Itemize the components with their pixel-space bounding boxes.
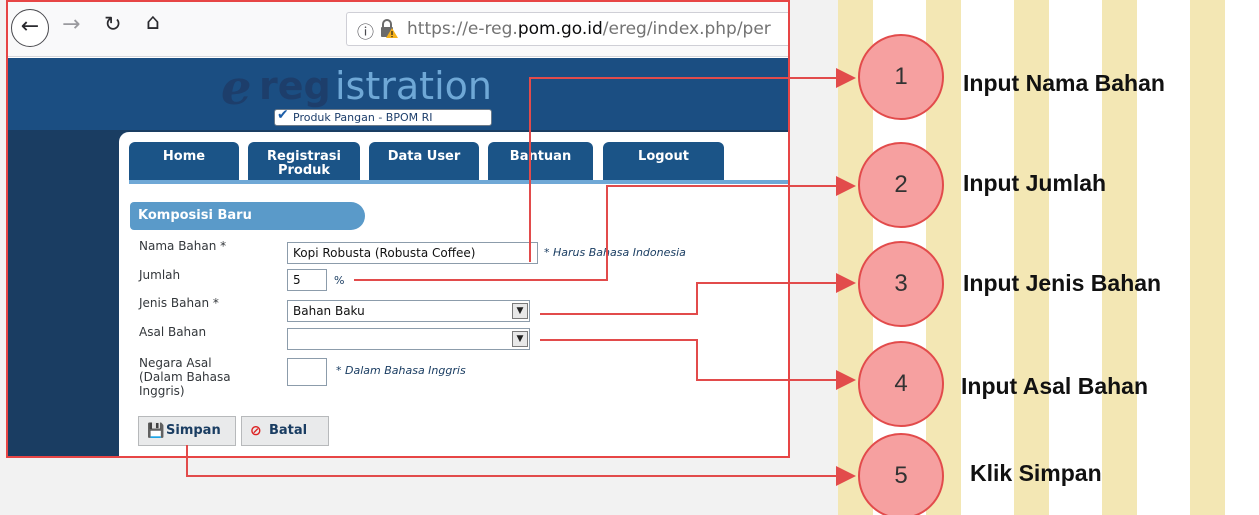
arrow-1 [529, 68, 856, 262]
callout-2: Input Jumlah [963, 170, 1107, 196]
callout-5: Klik Simpan [970, 460, 1102, 486]
step-bubble-3: 3 [858, 241, 944, 327]
callout-4: Input Asal Bahan [961, 373, 1148, 399]
arrow-2 [354, 176, 856, 281]
step-bubble-1: 1 [858, 34, 944, 120]
arrow-4 [540, 339, 856, 390]
arrow-5 [186, 445, 856, 486]
step-bubble-4: 4 [858, 341, 944, 427]
step-bubble-2: 2 [858, 142, 944, 228]
callout-3: Input Jenis Bahan [963, 270, 1162, 296]
callout-1: Input Nama Bahan [963, 70, 1165, 96]
arrow-3 [540, 273, 856, 315]
step-bubble-5: 5 [858, 433, 944, 515]
